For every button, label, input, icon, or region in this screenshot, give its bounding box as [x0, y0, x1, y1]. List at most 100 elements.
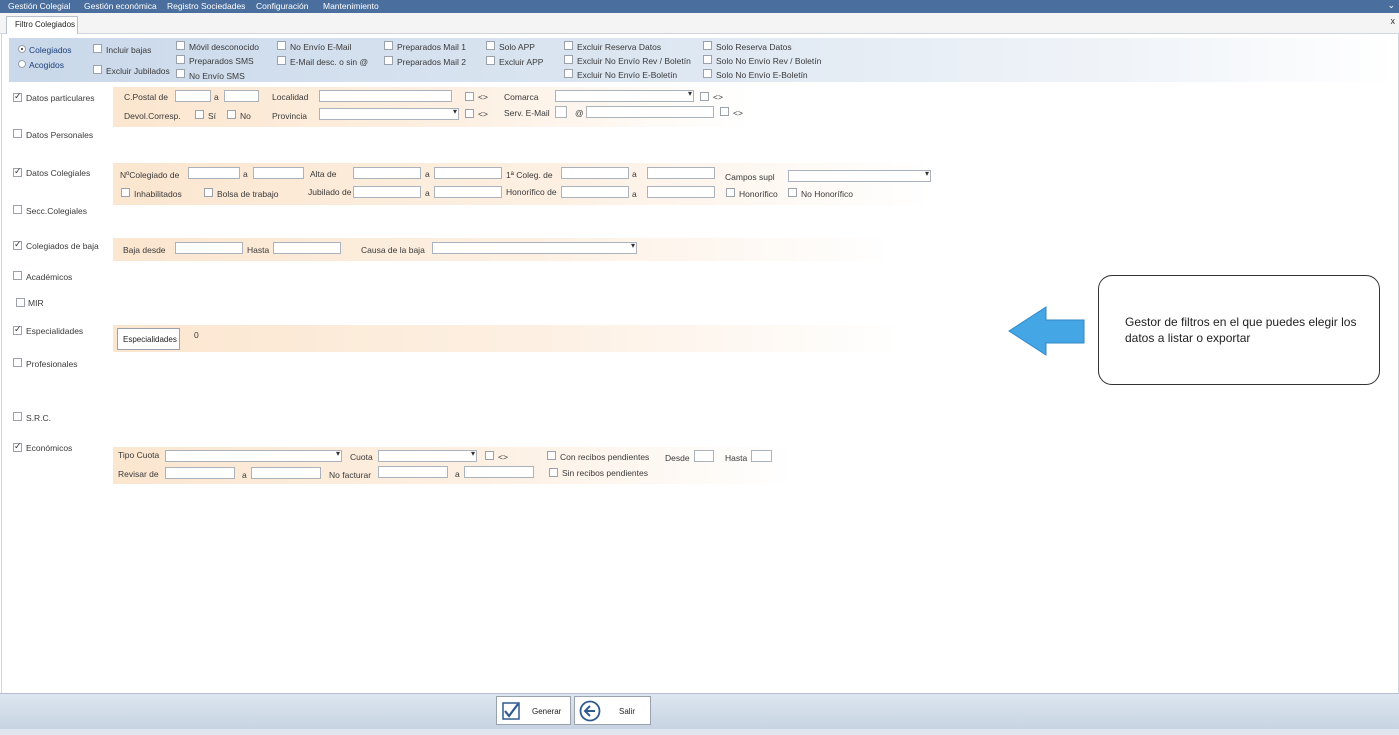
honorifico-to-field[interactable] — [647, 186, 715, 198]
secc-colegiales-checkbox[interactable] — [13, 205, 22, 214]
cpostal-from-field[interactable] — [175, 90, 211, 102]
tipo-cuota-dropdown[interactable] — [165, 449, 342, 462]
solo-no-envio-eboletin-checkbox[interactable] — [703, 69, 712, 78]
alta-label: Alta de — [310, 169, 337, 179]
generar-label: Generar — [532, 707, 562, 716]
menu-registro-sociedades[interactable]: Registro Sociedades — [167, 1, 245, 11]
devol-si-checkbox[interactable] — [195, 110, 204, 119]
email-desc-checkbox[interactable] — [277, 56, 286, 65]
preparados-sms-checkbox[interactable] — [176, 55, 185, 64]
comarca-neq-checkbox[interactable] — [700, 92, 709, 101]
cuota-dropdown[interactable] — [378, 449, 477, 462]
chevron-down-icon[interactable]: ⌄ — [1387, 0, 1395, 11]
at-label: @ — [575, 108, 584, 118]
incluir-bajas-checkbox[interactable] — [93, 44, 102, 53]
especialidades-button[interactable]: Especialidades — [117, 328, 180, 350]
primera-coleg-from-field[interactable] — [561, 167, 629, 179]
localidad-neq-checkbox[interactable] — [465, 92, 474, 101]
baja-desde-label: Baja desde — [123, 245, 166, 255]
sin-recibos-checkbox[interactable] — [549, 468, 558, 477]
menu-configuracion[interactable]: Configuración — [256, 1, 308, 11]
inhabilitados-checkbox[interactable] — [121, 188, 130, 197]
incluir-bajas-label: Incluir bajas — [106, 45, 152, 55]
especialidades-checkbox[interactable] — [13, 324, 22, 335]
radio-colegiados[interactable] — [18, 45, 26, 53]
comarca-dropdown[interactable] — [555, 89, 694, 102]
academicos-checkbox[interactable] — [13, 271, 22, 280]
no-honorifico-label: No Honorífico — [801, 189, 853, 199]
solo-app-label: Solo APP — [499, 42, 535, 52]
menu-gestion-colegial[interactable]: Gestión Colegial — [8, 1, 70, 11]
solo-no-envio-rev-checkbox[interactable] — [703, 55, 712, 64]
causa-baja-dropdown[interactable] — [432, 241, 637, 254]
preparados-mail2-checkbox[interactable] — [384, 56, 393, 65]
tab-filtro-colegiados[interactable]: Filtro Colegiados — [6, 16, 78, 34]
no-honorifico-checkbox[interactable] — [788, 188, 797, 197]
excluir-no-envio-eboletin-checkbox[interactable] — [564, 69, 573, 78]
baja-hasta-field[interactable] — [273, 242, 341, 254]
no-facturar-to-field[interactable] — [464, 466, 534, 478]
excluir-reserva-checkbox[interactable] — [564, 41, 573, 50]
serv-email-label: Serv. E-Mail — [504, 108, 550, 118]
honorifico-checkbox[interactable] — [726, 188, 735, 197]
close-icon[interactable]: x — [1391, 16, 1396, 26]
ncolegiado-from-field[interactable] — [188, 167, 240, 179]
profesionales-label: Profesionales — [26, 359, 78, 369]
localidad-neq-label: <> — [478, 92, 488, 102]
alta-to-field[interactable] — [434, 167, 502, 179]
movil-desconocido-checkbox[interactable] — [176, 41, 185, 50]
ncolegiado-to-field[interactable] — [253, 167, 304, 179]
serv-email-neq-label: <> — [733, 108, 743, 118]
cuota-neq-label: <> — [498, 452, 508, 462]
economicos-checkbox[interactable] — [13, 441, 22, 452]
excluir-no-envio-rev-label: Excluir No Envío Rev / Boletín — [577, 56, 691, 66]
localidad-field[interactable] — [319, 90, 452, 102]
revisar-to-field[interactable] — [251, 467, 321, 479]
provincia-neq-checkbox[interactable] — [465, 109, 474, 118]
campos-supl-dropdown[interactable] — [788, 169, 931, 182]
cpostal-to-field[interactable] — [224, 90, 259, 102]
no-envio-sms-checkbox[interactable] — [176, 69, 185, 78]
serv-email-check-field[interactable] — [555, 106, 567, 118]
baja-desde-field[interactable] — [175, 242, 243, 254]
radio-acogidos[interactable] — [18, 60, 26, 68]
hasta-field[interactable] — [751, 450, 772, 462]
datos-personales-label: Datos Personales — [26, 130, 94, 140]
preparados-mail1-checkbox[interactable] — [384, 41, 393, 50]
primera-coleg-to-field[interactable] — [647, 167, 715, 179]
datos-colegiales-checkbox[interactable] — [13, 166, 22, 177]
con-recibos-checkbox[interactable] — [547, 451, 556, 460]
menu-mantenimiento[interactable]: Mantenimiento — [323, 1, 379, 11]
no-facturar-from-field[interactable] — [378, 466, 448, 478]
devol-no-checkbox[interactable] — [227, 110, 236, 119]
generar-button[interactable]: Generar — [496, 696, 571, 725]
checkmark-icon — [502, 702, 520, 720]
cuota-neq-checkbox[interactable] — [485, 451, 494, 460]
alta-from-field[interactable] — [353, 167, 421, 179]
serv-email-field[interactable] — [586, 106, 714, 118]
bottom-toolbar: Generar Salir — [0, 693, 1399, 730]
jubilado-to-field[interactable] — [434, 186, 502, 198]
solo-reserva-checkbox[interactable] — [703, 41, 712, 50]
colegiados-baja-checkbox[interactable] — [13, 239, 22, 250]
datos-personales-checkbox[interactable] — [13, 129, 22, 138]
excluir-app-checkbox[interactable] — [486, 56, 495, 65]
salir-button[interactable]: Salir — [574, 696, 651, 725]
revisar-from-field[interactable] — [165, 467, 235, 479]
profesionales-checkbox[interactable] — [13, 358, 22, 367]
datos-colegiales-label: Datos Colegiales — [26, 168, 91, 178]
serv-email-neq-checkbox[interactable] — [720, 107, 729, 116]
jubilado-from-field[interactable] — [353, 186, 421, 198]
src-checkbox[interactable] — [13, 412, 22, 421]
mir-checkbox[interactable] — [16, 298, 25, 307]
honorifico-from-field[interactable] — [561, 186, 629, 198]
desde-field[interactable] — [694, 450, 714, 462]
provincia-dropdown[interactable] — [319, 107, 459, 120]
excluir-no-envio-rev-checkbox[interactable] — [564, 55, 573, 64]
datos-particulares-checkbox[interactable] — [13, 91, 22, 102]
solo-app-checkbox[interactable] — [486, 41, 495, 50]
no-envio-email-checkbox[interactable] — [277, 41, 286, 50]
menu-gestion-economica[interactable]: Gestión económica — [84, 1, 157, 11]
bolsa-checkbox[interactable] — [204, 188, 213, 197]
excluir-jubilados-checkbox[interactable] — [93, 65, 102, 74]
